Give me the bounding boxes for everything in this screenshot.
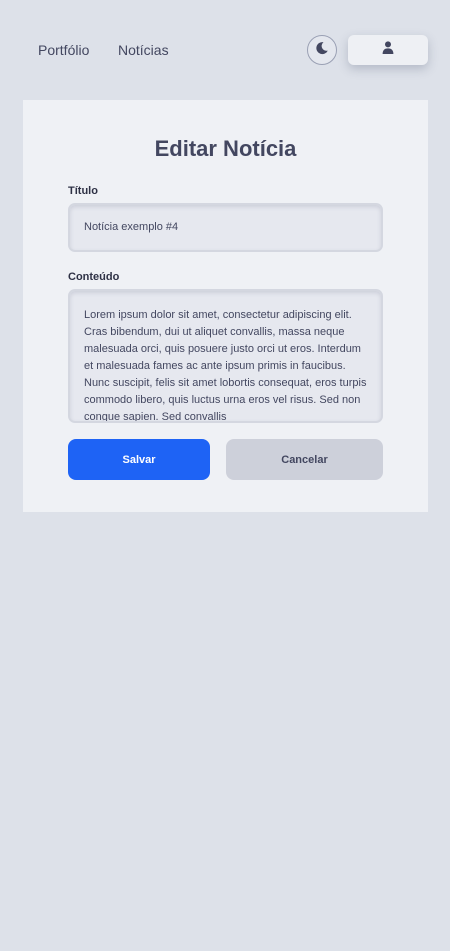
top-navigation: Portfólio Notícias (0, 0, 450, 100)
title-field-label: Título (68, 185, 98, 197)
theme-toggle-button[interactable] (307, 35, 337, 65)
content-field-label: Conteúdo (68, 271, 120, 283)
user-icon (382, 41, 394, 59)
moon-icon (315, 41, 329, 60)
user-menu-button[interactable] (348, 35, 428, 65)
save-button[interactable]: Salvar (68, 439, 210, 480)
nav-link-portfolio[interactable]: Portfólio (38, 42, 89, 58)
edit-news-card: Editar Notícia Título Notícia exemplo #4… (23, 100, 428, 512)
title-input[interactable]: Notícia exemplo #4 (68, 203, 383, 252)
nav-link-noticias[interactable]: Notícias (118, 42, 169, 58)
cancel-button[interactable]: Cancelar (226, 439, 383, 480)
page-title: Editar Notícia (154, 136, 297, 161)
content-textarea[interactable]: Lorem ipsum dolor sit amet, consectetur … (68, 289, 383, 423)
